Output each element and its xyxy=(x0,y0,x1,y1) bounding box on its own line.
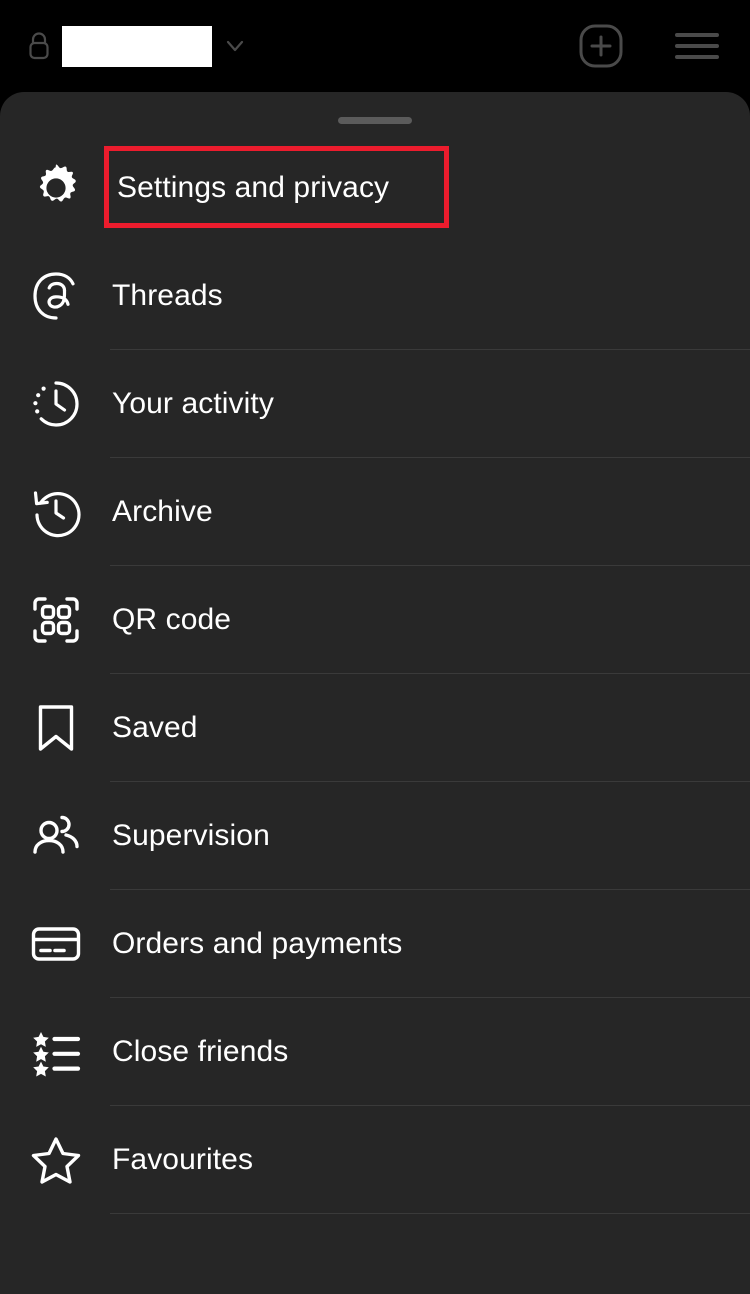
bookmark-icon xyxy=(28,700,84,756)
menu-item-saved[interactable]: Saved xyxy=(0,674,750,782)
people-icon xyxy=(28,808,84,864)
menu-item-label: QR code xyxy=(112,603,232,636)
plus-square-icon[interactable] xyxy=(578,23,624,69)
menu-item-label: Orders and payments xyxy=(112,927,403,960)
menu-item-label: Threads xyxy=(112,279,223,312)
menu-item-label: Close friends xyxy=(112,1035,289,1068)
drag-handle[interactable] xyxy=(338,117,412,124)
menu-item-label: Archive xyxy=(112,495,213,528)
menu-item-archive[interactable]: Archive xyxy=(0,458,750,566)
app-screen: Settings and privacy Threads Your activi… xyxy=(0,0,750,1294)
menu-item-label: Your activity xyxy=(112,387,274,420)
menu-list: Settings and privacy Threads Your activi… xyxy=(0,134,750,1214)
chevron-down-icon[interactable] xyxy=(222,35,246,57)
row-separator xyxy=(110,1213,750,1214)
username-redacted-box xyxy=(62,25,212,67)
menu-item-label: Favourites xyxy=(112,1143,254,1176)
star-list-icon xyxy=(28,1024,84,1080)
menu-item-label: Saved xyxy=(112,711,198,744)
threads-icon xyxy=(28,268,84,324)
settings-and-privacy-highlight: Settings and privacy xyxy=(104,146,449,228)
activity-clock-icon xyxy=(28,376,84,432)
menu-item-settings-and-privacy[interactable]: Settings and privacy xyxy=(0,134,750,242)
hamburger-menu-icon[interactable] xyxy=(674,29,720,63)
gear-icon xyxy=(28,160,84,216)
menu-sheet: Settings and privacy Threads Your activi… xyxy=(0,92,750,1294)
top-bar xyxy=(0,0,750,92)
menu-item-label: Settings and privacy xyxy=(117,171,390,204)
star-outline-icon xyxy=(28,1132,84,1188)
archive-clock-icon xyxy=(28,484,84,540)
menu-item-favourites[interactable]: Favourites xyxy=(0,1106,750,1214)
menu-item-close-friends[interactable]: Close friends xyxy=(0,998,750,1106)
top-bar-actions xyxy=(578,0,750,92)
menu-item-threads[interactable]: Threads xyxy=(0,242,750,350)
menu-item-qr-code[interactable]: QR code xyxy=(0,566,750,674)
credit-card-icon xyxy=(28,916,84,972)
menu-item-label: Supervision xyxy=(112,819,270,852)
menu-item-orders-and-payments[interactable]: Orders and payments xyxy=(0,890,750,998)
qr-code-icon xyxy=(28,592,84,648)
menu-item-your-activity[interactable]: Your activity xyxy=(0,350,750,458)
lock-icon xyxy=(26,31,52,61)
menu-item-supervision[interactable]: Supervision xyxy=(0,782,750,890)
account-switcher[interactable] xyxy=(26,25,246,67)
